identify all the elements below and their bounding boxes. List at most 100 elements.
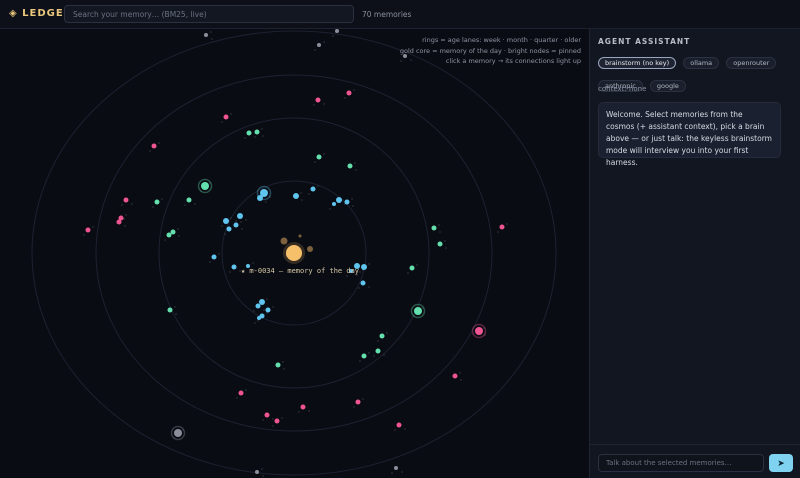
dust-speck [314,49,316,51]
memory-node-week[interactable] [344,199,350,205]
memory-node-week[interactable] [259,299,265,305]
memory-node-older[interactable] [174,429,182,437]
dust-speck [261,468,263,470]
memory-node-quarter[interactable] [264,412,270,418]
memory-node-week[interactable] [231,264,237,270]
memory-node-quarter[interactable] [223,114,229,120]
dust-speck [245,219,247,221]
dust-speck [323,153,325,155]
dust-speck [245,389,247,391]
dust-speck [262,135,264,137]
dust-speck [92,226,94,228]
provider-chip-google[interactable]: google [649,80,686,92]
memory-node-older[interactable] [394,466,398,470]
memory-node-older[interactable] [335,29,339,33]
dust-speck [282,361,284,363]
dust-speck [368,286,370,288]
dust-speck [368,352,370,354]
memory-node-older[interactable] [255,470,259,474]
memory-node-month[interactable] [409,265,415,271]
memory-node-month[interactable] [275,362,281,368]
memory-node-quarter[interactable] [315,97,321,103]
memory-node-week[interactable] [255,303,261,309]
dust-speck [175,313,177,315]
dust-speck [386,332,388,334]
memory-node-month[interactable] [246,130,252,136]
memory-node-quarter[interactable] [151,143,157,149]
dust-speck [221,225,223,227]
memory-node-week[interactable] [257,316,261,320]
memory-node-month[interactable] [414,307,422,315]
memory-node-older[interactable] [204,33,208,37]
memory-node-week[interactable] [211,254,217,260]
memory-node-quarter[interactable] [123,197,129,203]
memory-node-quarter[interactable] [116,219,122,225]
send-button[interactable]: ➤ [769,454,793,472]
memory-node-quarter[interactable] [85,227,91,233]
memory-node-week[interactable] [360,280,366,286]
dust-speck [272,418,274,420]
dust-speck [359,271,361,273]
cosmos-canvas[interactable]: ★ m-0034 — memory of the day [0,29,589,478]
dust-speck [218,253,220,255]
search-input[interactable] [64,5,354,23]
memory-node-quarter[interactable] [396,422,402,428]
memory-node-week[interactable] [361,264,367,270]
dust-speck [359,360,361,362]
dust-speck [346,275,348,277]
memory-node-week[interactable] [257,195,263,201]
dust-speck [261,128,263,130]
memory-node-quarter[interactable] [452,373,458,379]
provider-chip-openrouter[interactable]: openrouter [726,57,777,69]
dust-speck [161,198,163,200]
memory-node-older[interactable] [317,43,321,47]
memory-node-month[interactable] [375,348,381,354]
memory-node-month[interactable] [170,229,176,235]
memory-node-month[interactable] [437,241,443,247]
dust-speck [158,142,160,144]
provider-chip-brainstorm[interactable]: brainstorm (no key) [598,57,677,69]
dust-speck [300,192,302,194]
memory-of-the-day-node[interactable] [286,245,302,261]
memory-node-quarter[interactable] [499,224,505,230]
memory-node-month[interactable] [431,225,437,231]
dust-speck [131,203,133,205]
provider-chip-ollama[interactable]: ollama [683,57,720,69]
dust-speck [329,208,331,210]
memory-node-week[interactable] [233,222,239,228]
dust-speck [352,205,354,207]
memory-cosmos[interactable]: ★ m-0034 — memory of the day rings = age… [0,29,589,478]
memory-node-week[interactable] [310,186,316,192]
dust-speck [407,272,409,274]
memory-node-month[interactable] [379,333,385,339]
memory-node-month[interactable] [361,353,367,359]
memory-node-week[interactable] [265,307,271,313]
chat-input[interactable] [598,454,764,472]
memory-node-month[interactable] [347,163,353,169]
memory-node-quarter[interactable] [300,404,306,410]
dust-speck [353,406,355,408]
dust-speck [254,322,256,324]
memory-node-week[interactable] [226,226,232,232]
memory-node-week[interactable] [336,197,342,203]
memory-node-quarter[interactable] [355,399,361,405]
memory-node-month[interactable] [316,154,322,160]
memory-node-month[interactable] [254,129,260,135]
dust-speck [439,231,441,233]
memory-node-week[interactable] [293,193,299,199]
dust-speck [394,429,396,431]
memory-node-week[interactable] [332,202,336,206]
dust-speck [211,38,213,40]
memory-node-month[interactable] [201,182,209,190]
memory-node-month[interactable] [167,307,173,313]
memory-node-week[interactable] [223,218,229,224]
memory-node-quarter[interactable] [238,390,244,396]
memory-node-quarter[interactable] [475,327,483,335]
memory-node-quarter[interactable] [346,90,352,96]
memory-node-month[interactable] [154,199,160,205]
memory-node-month[interactable] [186,197,192,203]
memory-node-quarter[interactable] [274,418,280,424]
memory-node-week[interactable] [237,213,243,219]
cosmos-legend: rings = age lanes: week · month · quarte… [400,35,581,67]
memory-node-month[interactable] [166,232,172,238]
